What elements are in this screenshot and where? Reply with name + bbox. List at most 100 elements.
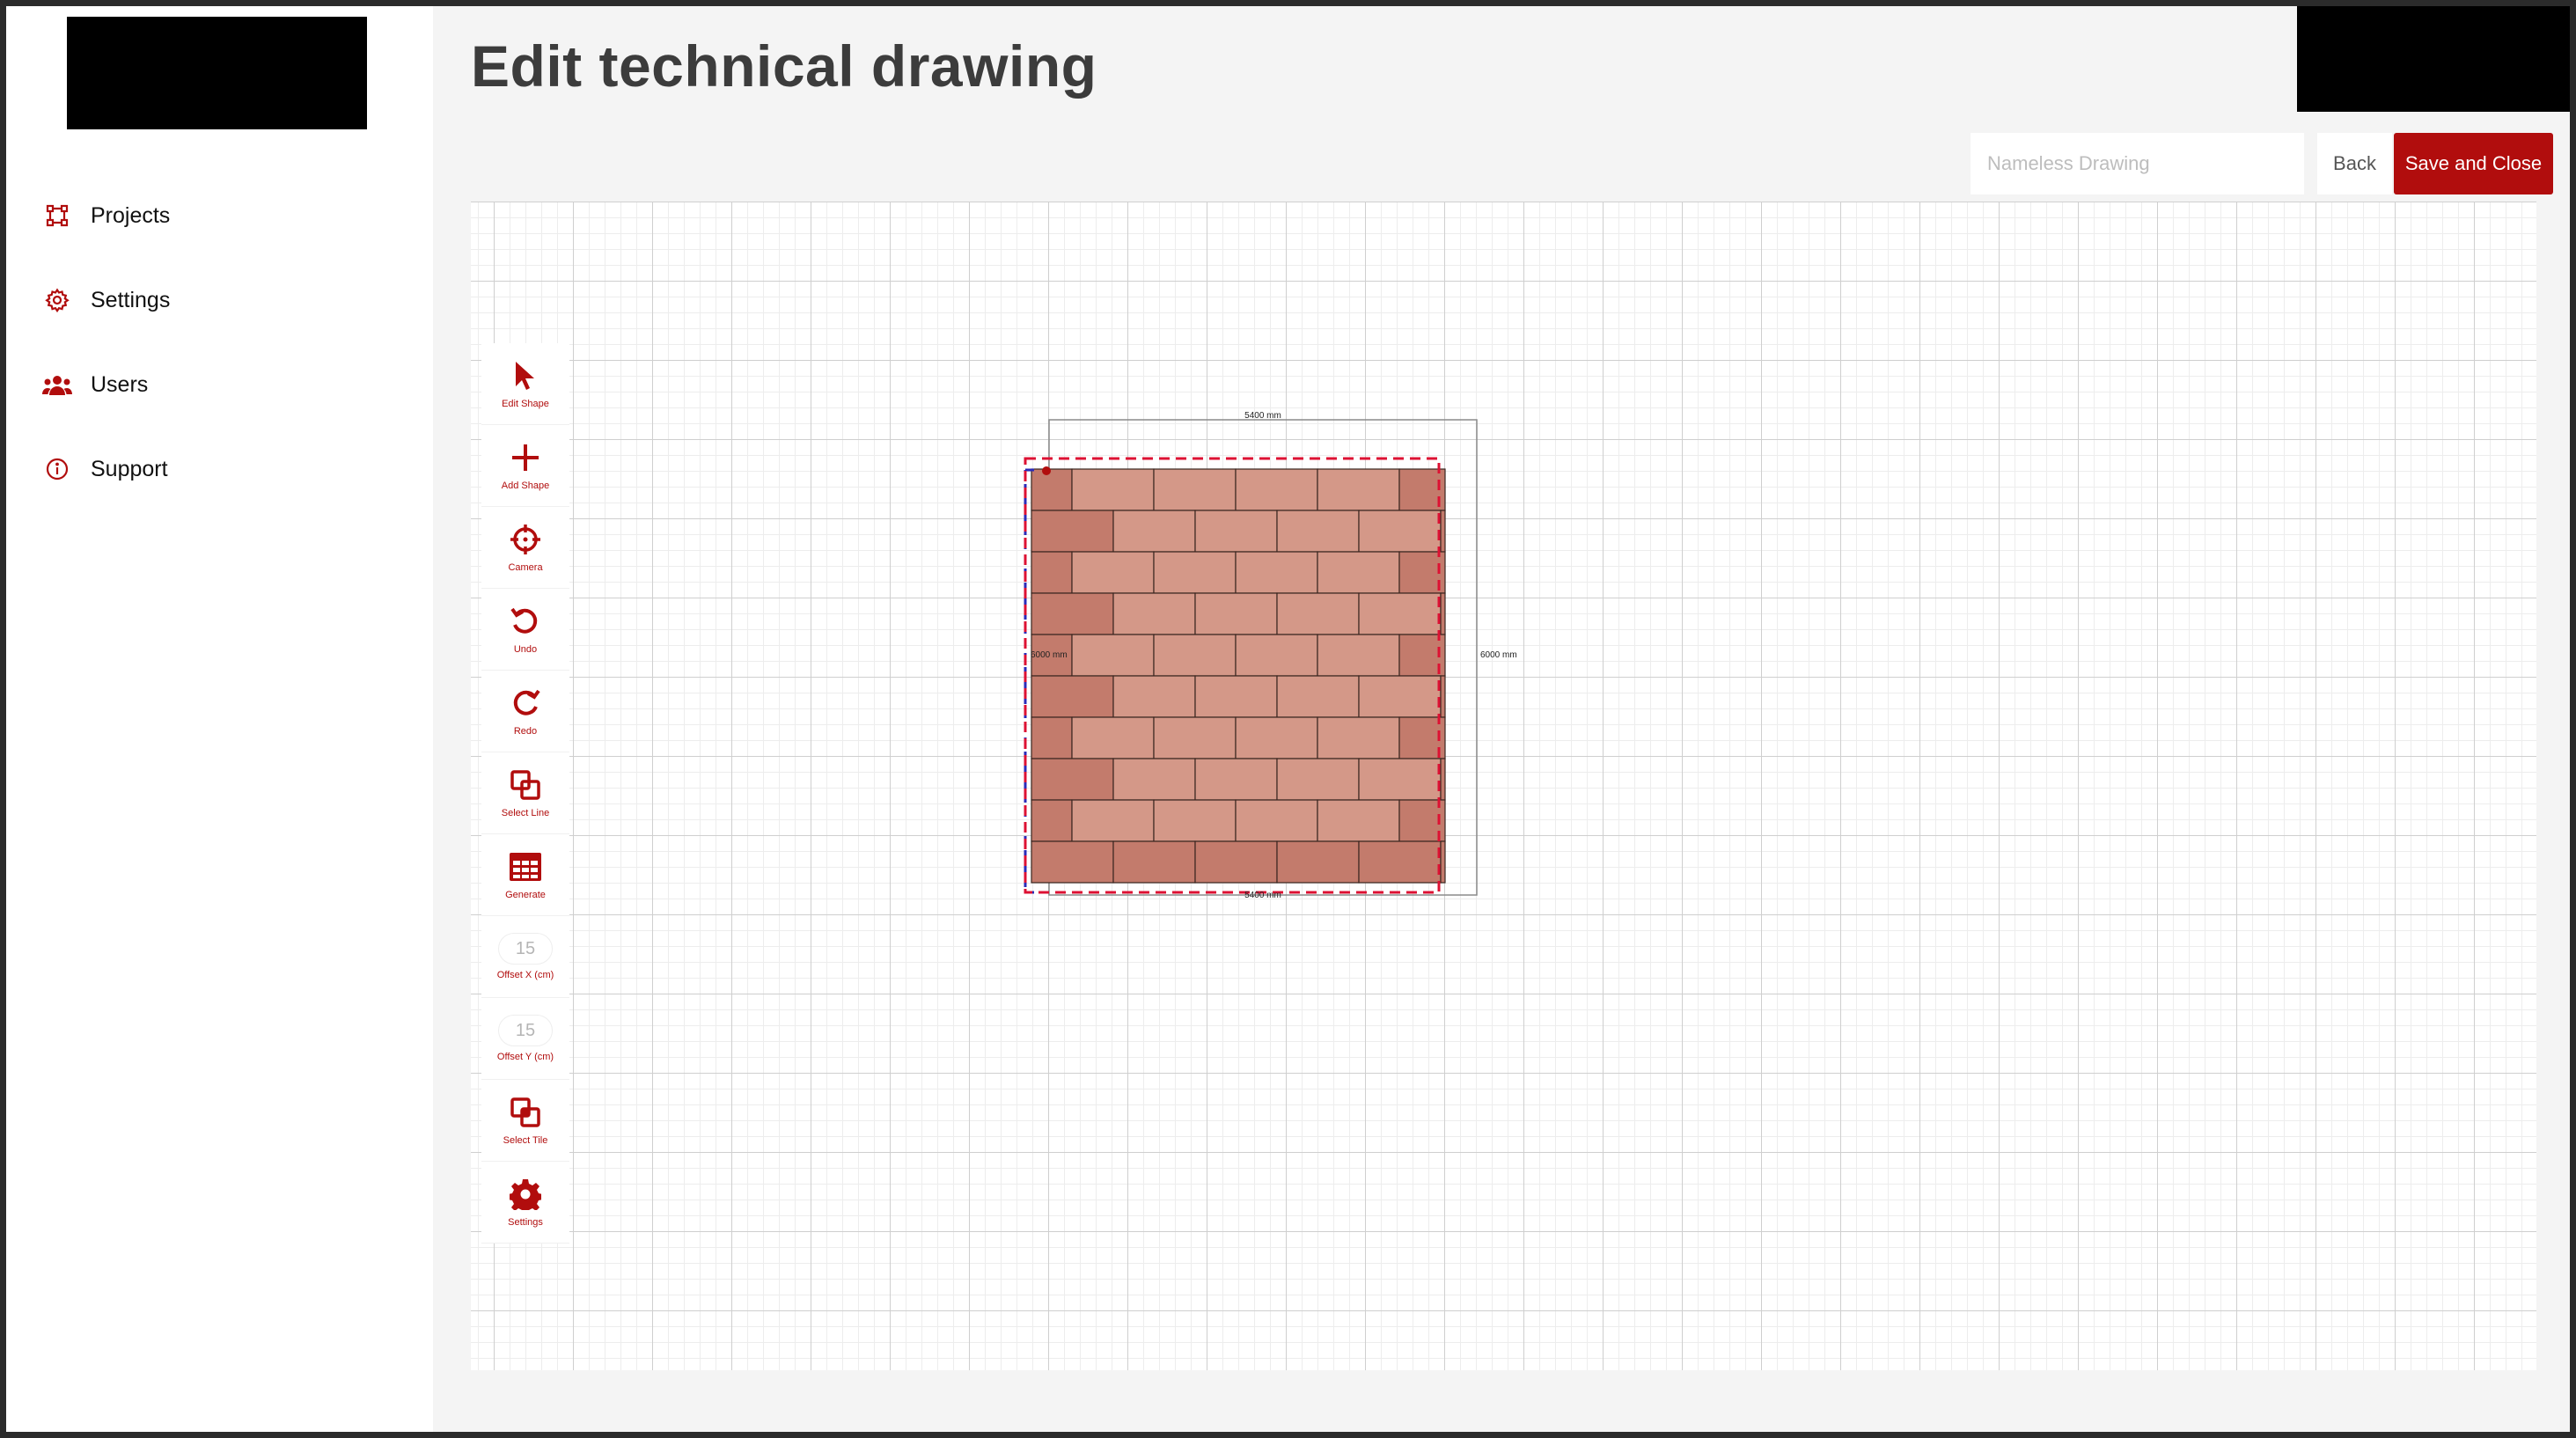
brick-tile[interactable] <box>1071 634 1155 677</box>
add-shape-tool[interactable]: Add Shape <box>481 425 569 507</box>
sidebar-item-support[interactable]: Support <box>38 447 407 491</box>
sidebar-item-settings[interactable]: Settings <box>38 278 407 322</box>
redacted-block <box>2297 6 2570 112</box>
tool-label: Select Line <box>501 808 550 818</box>
brick-tile[interactable] <box>1194 510 1278 553</box>
brick-tile[interactable] <box>1317 799 1400 842</box>
brick-tile[interactable] <box>1153 468 1237 511</box>
tool-label: Select Tile <box>503 1135 548 1146</box>
brick-tile[interactable] <box>1071 551 1155 594</box>
selection-handle <box>1042 466 1051 475</box>
drawing-toolbar: Edit Shape Add Shape Camera Undo Redo Se… <box>481 343 569 1244</box>
sidebar-item-projects[interactable]: Projects <box>38 194 407 238</box>
brick-tile[interactable] <box>1235 551 1318 594</box>
brick-tile[interactable] <box>1031 510 1114 553</box>
brick-tile[interactable] <box>1317 716 1400 759</box>
brick-tile[interactable] <box>1358 510 1442 553</box>
brick-tile[interactable] <box>1235 634 1318 677</box>
brick-tile[interactable] <box>1276 758 1360 801</box>
settings-gear-icon <box>508 1177 543 1212</box>
brick-tile[interactable] <box>1276 510 1360 553</box>
brick-tile[interactable] <box>1153 551 1237 594</box>
brick-tile[interactable] <box>1031 799 1073 842</box>
tool-label: Generate <box>505 890 546 900</box>
brick-tile[interactable] <box>1358 758 1442 801</box>
brick-tile[interactable] <box>1031 551 1073 594</box>
brick-tile[interactable] <box>1112 675 1196 718</box>
drawing-name-input[interactable] <box>1971 133 2304 194</box>
select-tile-icon <box>508 1095 543 1130</box>
brick-tile[interactable] <box>1112 758 1196 801</box>
tool-label: Edit Shape <box>502 399 549 409</box>
offset-y-input[interactable] <box>498 1015 553 1046</box>
brick-tile[interactable] <box>1153 716 1237 759</box>
brick-tile[interactable] <box>1112 840 1196 884</box>
users-icon <box>38 365 77 404</box>
brick-tile[interactable] <box>1194 592 1278 635</box>
undo-tool[interactable]: Undo <box>481 589 569 671</box>
brick-tile[interactable] <box>1440 758 1446 801</box>
brick-tile[interactable] <box>1153 634 1237 677</box>
brick-tile[interactable] <box>1440 510 1446 553</box>
brick-tile[interactable] <box>1358 592 1442 635</box>
brick-tile[interactable] <box>1358 675 1442 718</box>
brick-tile[interactable] <box>1276 840 1360 884</box>
tool-label: Offset X (cm) <box>496 970 554 980</box>
brick-tile[interactable] <box>1440 675 1446 718</box>
brick-tile[interactable] <box>1194 758 1278 801</box>
select-tile-tool[interactable]: Select Tile <box>481 1080 569 1162</box>
brick-tile[interactable] <box>1235 799 1318 842</box>
drawing-canvas[interactable]: 5400 mm 5400 mm 6000 mm 6000 mm <box>471 202 2536 1370</box>
brick-tile[interactable] <box>1071 799 1155 842</box>
brick-tile[interactable] <box>1031 592 1114 635</box>
sidebar-item-label: Users <box>91 371 149 397</box>
back-button[interactable]: Back <box>2317 133 2392 194</box>
save-and-close-button[interactable]: Save and Close <box>2394 133 2553 194</box>
brick-tile[interactable] <box>1317 551 1400 594</box>
technical-drawing[interactable]: 5400 mm 5400 mm 6000 mm 6000 mm <box>471 202 2536 1370</box>
brick-tile[interactable] <box>1235 716 1318 759</box>
logo <box>67 17 367 129</box>
tool-label: Add Shape <box>501 481 550 491</box>
brick-tile[interactable] <box>1071 716 1155 759</box>
settings-tool[interactable]: Settings <box>481 1162 569 1244</box>
brick-tile[interactable] <box>1235 468 1318 511</box>
tool-label: Offset Y (cm) <box>496 1052 554 1062</box>
redo-tool[interactable]: Redo <box>481 671 569 752</box>
app-window: Projects Settings Users Support Edit tec… <box>6 6 2570 1432</box>
camera-tool[interactable]: Camera <box>481 507 569 589</box>
brick-tile[interactable] <box>1031 840 1114 884</box>
tool-label: Camera <box>508 562 543 573</box>
brick-tile[interactable] <box>1440 592 1446 635</box>
offset-y-tool: Offset Y (cm) <box>481 998 569 1080</box>
brick-tile[interactable] <box>1194 840 1278 884</box>
generate-tool[interactable]: Generate <box>481 834 569 916</box>
brick-tile[interactable] <box>1153 799 1237 842</box>
brick-tile[interactable] <box>1194 675 1278 718</box>
brick-tile[interactable] <box>1112 510 1196 553</box>
brick-tile[interactable] <box>1317 468 1400 511</box>
edit-shape-tool[interactable]: Edit Shape <box>481 343 569 425</box>
brick-tile[interactable] <box>1276 592 1360 635</box>
brick-tile[interactable] <box>1031 468 1073 511</box>
offset-x-input[interactable] <box>498 933 553 965</box>
brick-tile[interactable] <box>1440 840 1446 884</box>
brick-tile[interactable] <box>1071 468 1155 511</box>
brick-tile[interactable] <box>1031 716 1073 759</box>
brick-tile[interactable] <box>1358 840 1442 884</box>
settings-gear-icon <box>38 281 77 319</box>
sidebar-item-label: Settings <box>91 287 171 312</box>
brick-tile[interactable] <box>1317 634 1400 677</box>
sidebar: Projects Settings Users Support <box>6 6 433 1432</box>
brick-tile[interactable] <box>1031 758 1114 801</box>
projects-icon <box>38 196 77 235</box>
dimension-top-label: 5400 mm <box>1244 411 1281 421</box>
page-title: Edit technical drawing <box>471 33 1097 99</box>
select-line-tool[interactable]: Select Line <box>481 752 569 834</box>
sidebar-item-users[interactable]: Users <box>38 363 407 407</box>
brick-tile[interactable] <box>1276 675 1360 718</box>
plus-icon <box>508 440 543 475</box>
brick-tile[interactable] <box>1031 675 1114 718</box>
brick-tile[interactable] <box>1112 592 1196 635</box>
sidebar-item-label: Projects <box>91 202 171 228</box>
